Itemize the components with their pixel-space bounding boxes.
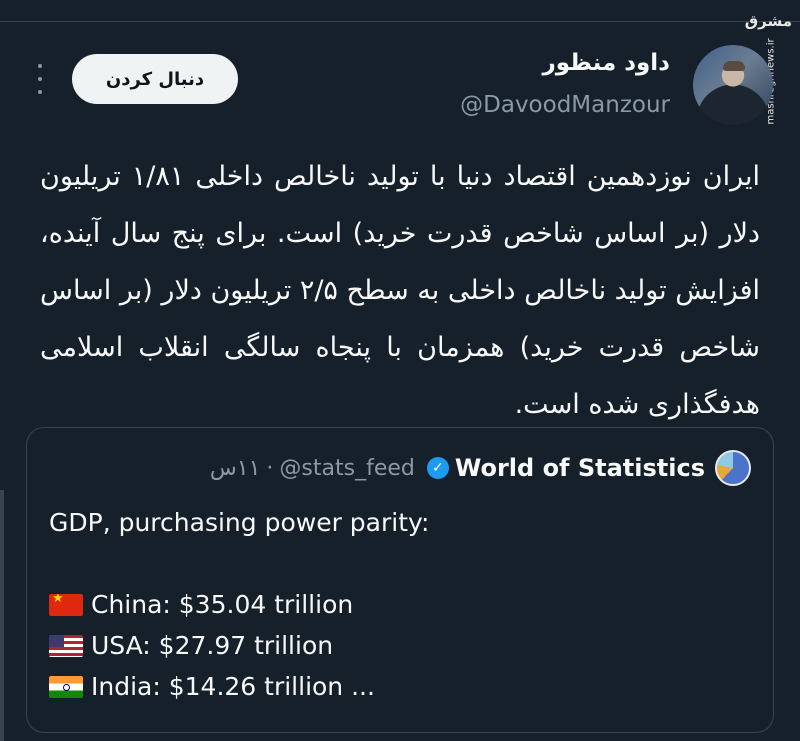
author-display-name[interactable]: داود منظور — [543, 50, 671, 76]
top-divider — [0, 21, 800, 22]
tweet-text: ایران نوزدهمین اقتصاد دنیا با تولید ناخا… — [39, 161, 760, 420]
separator-dot: · — [266, 455, 274, 481]
watermark-logo: مشرق — [744, 12, 792, 30]
list-item: China: $35.04 trillion — [49, 590, 353, 619]
scrollbar[interactable] — [0, 490, 4, 741]
china-flag-icon — [49, 594, 83, 616]
quoted-tweet-card[interactable]: World of Statistics ✓ @stats_feed · ۱۱س … — [26, 427, 774, 733]
follow-button[interactable]: دنبال کردن — [72, 54, 238, 104]
list-item-text: China: $35.04 trillion — [91, 590, 354, 619]
list-item-text: India: $14.26 trillion ... — [91, 672, 375, 701]
quoted-author-avatar[interactable] — [715, 450, 751, 486]
author-handle[interactable]: @DavoodManzour — [460, 92, 670, 118]
quoted-tweet-header: World of Statistics ✓ @stats_feed · ۱۱س — [210, 450, 751, 486]
usa-flag-icon — [49, 635, 83, 657]
list-item-text: USA: $27.97 trillion — [91, 631, 334, 660]
verified-badge-icon: ✓ — [426, 457, 449, 479]
quoted-author-name[interactable]: World of Statistics — [455, 454, 705, 482]
list-item: India: $14.26 trillion ... — [49, 672, 375, 701]
quoted-author-handle[interactable]: @stats_feed — [279, 456, 414, 481]
quoted-tweet-time[interactable]: ۱۱س — [210, 456, 261, 481]
list-item: USA: $27.97 trillion — [49, 631, 333, 660]
more-options-icon[interactable] — [32, 64, 48, 94]
quoted-tweet-title: GDP, purchasing power parity: — [49, 508, 430, 537]
author-avatar[interactable] — [693, 45, 773, 125]
india-flag-icon — [49, 676, 83, 698]
